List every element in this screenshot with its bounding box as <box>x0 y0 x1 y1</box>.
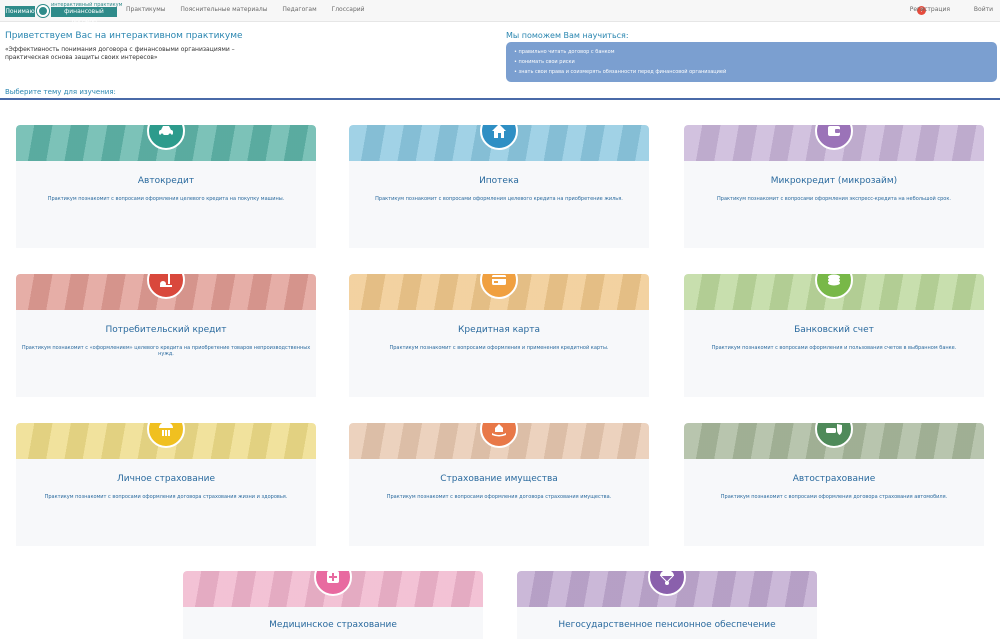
card-description: Практикум познакомит с вопросами оформле… <box>47 196 285 202</box>
welcome-subtitle: «Эффективность понимания договора с фина… <box>5 46 235 61</box>
topic-card-microcredit[interactable]: Микрокредит (микрозайм) Практикум познак… <box>684 125 984 248</box>
nav-item-teachers[interactable]: Педагогам <box>282 6 316 13</box>
topic-card-medical-insurance[interactable]: Медицинское страхование <box>183 571 483 639</box>
card-description: Практикум познакомит с вопросами оформле… <box>717 196 951 202</box>
topic-card-pension[interactable]: Негосударственное пенсионное обеспечение <box>517 571 817 639</box>
topic-card-credit-card[interactable]: Кредитная карта Практикум познакомит с в… <box>349 274 649 397</box>
help-box: правильно читать договор с банком понима… <box>506 42 997 82</box>
logo-right-text: финансовый договор <box>51 7 117 25</box>
login-link[interactable]: Войти <box>974 6 993 13</box>
card-title: Медицинское страхование <box>269 620 397 630</box>
top-bar: Понимаю интерактивный практикум финансов… <box>0 0 1000 25</box>
card-title: Автокредит <box>137 176 195 186</box>
help-item: правильно читать договор с банком <box>514 47 989 57</box>
card-description: Практикум познакомит с вопросами оформле… <box>711 345 957 351</box>
welcome-title: Приветствуем Вас на интерактивном практи… <box>5 31 243 41</box>
help-item: понимать свои риски <box>514 57 989 67</box>
help-item: знать свои права и соизмерять обязанност… <box>514 67 989 77</box>
topic-card-personal-insurance[interactable]: Личное страхование Практикум познакомит … <box>16 423 316 546</box>
card-description: Практикум познакомит с «оформлением» цел… <box>21 345 311 357</box>
card-title: Банковский счет <box>794 325 874 335</box>
divider <box>0 98 1000 100</box>
nav-item-practicums[interactable]: Практикумы <box>126 6 165 13</box>
topic-card-consumer-credit[interactable]: Потребительский кредит Практикум познако… <box>16 274 316 397</box>
logo-emblem-icon <box>37 5 49 17</box>
card-title: Микрокредит (микрозайм) <box>770 176 898 186</box>
card-description: Практикум познакомит с вопросами оформле… <box>375 196 623 202</box>
main-nav: Практикумы Пояснительные материалы Педаг… <box>126 6 378 13</box>
nav-item-glossary[interactable]: Глоссарий <box>332 6 365 13</box>
card-title: Страхование имущества <box>440 474 558 484</box>
card-description: Практикум познакомит с вопросами оформле… <box>720 494 948 500</box>
card-description: Практикум познакомит с вопросами оформле… <box>389 345 609 351</box>
auth-links: Регистрация Войти <box>888 6 993 13</box>
card-title: Кредитная карта <box>457 325 541 335</box>
card-description: Практикум познакомит с вопросами оформле… <box>386 494 612 500</box>
topic-card-autocredit[interactable]: Автокредит Практикум познакомит с вопрос… <box>16 125 316 248</box>
nav-item-materials[interactable]: Пояснительные материалы <box>180 6 267 13</box>
card-title: Негосударственное пенсионное обеспечение <box>558 620 776 630</box>
site-logo[interactable]: Понимаю интерактивный практикум финансов… <box>5 2 122 25</box>
card-title: Автострахование <box>792 474 876 484</box>
card-title: Личное страхование <box>116 474 216 484</box>
topic-card-mortgage[interactable]: Ипотека Практикум познакомит с вопросами… <box>349 125 649 248</box>
topic-card-auto-insurance[interactable]: Автострахование Практикум познакомит с в… <box>684 423 984 546</box>
register-link[interactable]: Регистрация <box>910 6 950 13</box>
card-description: Практикум познакомит с вопросами оформле… <box>44 494 288 500</box>
topic-card-bank-account[interactable]: Банковский счет Практикум познакомит с в… <box>684 274 984 397</box>
logo-left-text: Понимаю <box>5 6 35 17</box>
help-title: Мы поможем Вам научиться: <box>506 31 629 40</box>
topic-card-property-insurance[interactable]: Страхование имущества Практикум познаком… <box>349 423 649 546</box>
choose-topic-title: Выберите тему для изучения: <box>5 88 116 96</box>
card-title: Потребительский кредит <box>105 325 227 335</box>
card-title: Ипотека <box>479 176 519 186</box>
